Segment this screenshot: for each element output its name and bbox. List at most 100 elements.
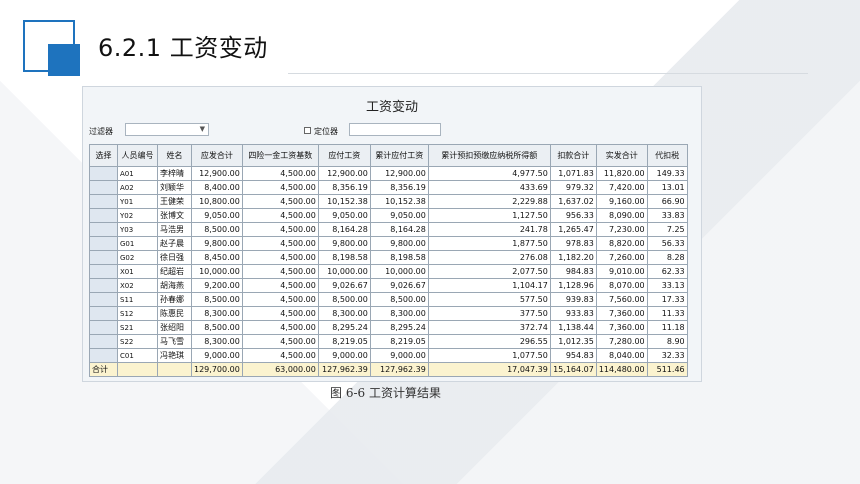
table-cell[interactable]: 张绍阳 bbox=[157, 320, 192, 335]
table-cell[interactable]: 徐日强 bbox=[157, 250, 192, 265]
table-cell[interactable]: 8,300.00 bbox=[369, 306, 429, 321]
table-cell[interactable]: 4,500.00 bbox=[241, 264, 319, 279]
table-row[interactable]: S22 马飞雪 8,300.00 4,500.00 8,219.05 8,219.05 29… bbox=[89, 334, 688, 349]
row-select-cell[interactable] bbox=[89, 292, 118, 307]
row-select-cell[interactable] bbox=[89, 222, 118, 237]
table-cell[interactable]: G02 bbox=[117, 250, 158, 265]
table-cell[interactable]: 8,356.19 bbox=[317, 180, 371, 195]
table-cell[interactable]: 4,500.00 bbox=[241, 250, 319, 265]
column-header[interactable]: 应发合计 bbox=[191, 144, 243, 167]
table-cell[interactable]: 李梓晴 bbox=[157, 166, 192, 181]
table-cell[interactable]: 13.01 bbox=[646, 180, 688, 195]
table-cell[interactable]: 7,560.00 bbox=[595, 292, 648, 307]
table-cell[interactable]: C01 bbox=[117, 348, 158, 363]
table-row[interactable]: A02 刘颖华 8,400.00 4,500.00 8,356.19 8,356.19 43… bbox=[89, 180, 688, 195]
table-row[interactable]: Y03 马浩男 8,500.00 4,500.00 8,164.28 8,164.28 24… bbox=[89, 222, 688, 237]
table-cell[interactable]: 8,219.05 bbox=[317, 334, 371, 349]
column-header[interactable]: 累计应付工资 bbox=[369, 144, 429, 167]
table-cell[interactable]: 4,977.50 bbox=[427, 166, 551, 181]
table-cell[interactable]: 4,500.00 bbox=[241, 222, 319, 237]
table-cell[interactable]: 372.74 bbox=[427, 320, 551, 335]
table-cell[interactable]: 8,295.24 bbox=[317, 320, 371, 335]
table-cell[interactable]: 8,198.58 bbox=[317, 250, 371, 265]
row-select-cell[interactable] bbox=[89, 348, 118, 363]
column-header[interactable]: 姓名 bbox=[157, 144, 192, 167]
table-cell[interactable]: 8,500.00 bbox=[369, 292, 429, 307]
table-cell[interactable]: 1,077.50 bbox=[427, 348, 551, 363]
row-select-cell[interactable] bbox=[89, 264, 118, 279]
table-cell[interactable]: 张博文 bbox=[157, 208, 192, 223]
table-cell[interactable]: 1,138.44 bbox=[549, 320, 597, 335]
table-cell[interactable]: 8,164.28 bbox=[369, 222, 429, 237]
table-cell[interactable]: 马飞雪 bbox=[157, 334, 192, 349]
column-header[interactable]: 实发合计 bbox=[595, 144, 648, 167]
table-cell[interactable]: 1,637.02 bbox=[549, 194, 597, 209]
table-cell[interactable]: G01 bbox=[117, 236, 158, 251]
table-row[interactable]: C01 冯艳琪 9,000.00 4,500.00 9,000.00 9,000.00 1,… bbox=[89, 348, 688, 363]
table-row[interactable]: Y01 王健荣 10,800.00 4,500.00 10,152.38 10,152.3… bbox=[89, 194, 688, 209]
table-cell[interactable]: 8,164.28 bbox=[317, 222, 371, 237]
table-cell[interactable]: 10,152.38 bbox=[317, 194, 371, 209]
column-header[interactable]: 人员编号 bbox=[117, 144, 158, 167]
row-select-cell[interactable] bbox=[89, 208, 118, 223]
table-cell[interactable]: 8,090.00 bbox=[595, 208, 648, 223]
table-cell[interactable]: 9,026.67 bbox=[369, 278, 429, 293]
table-cell[interactable]: 8,295.24 bbox=[369, 320, 429, 335]
column-header[interactable]: 应付工资 bbox=[317, 144, 371, 167]
table-cell[interactable]: 33.83 bbox=[646, 208, 688, 223]
table-cell[interactable]: 296.55 bbox=[427, 334, 551, 349]
table-cell[interactable]: 577.50 bbox=[427, 292, 551, 307]
table-cell[interactable]: 10,000.00 bbox=[191, 264, 243, 279]
table-cell[interactable]: 8.90 bbox=[646, 334, 688, 349]
table-cell[interactable]: 56.33 bbox=[646, 236, 688, 251]
table-cell[interactable]: 8,500.00 bbox=[191, 222, 243, 237]
table-cell[interactable]: 9,800.00 bbox=[369, 236, 429, 251]
table-cell[interactable]: 9,200.00 bbox=[191, 278, 243, 293]
table-cell[interactable]: X01 bbox=[117, 264, 158, 279]
locator-input[interactable] bbox=[349, 123, 441, 136]
table-cell[interactable]: S11 bbox=[117, 292, 158, 307]
row-select-cell[interactable] bbox=[89, 334, 118, 349]
table-cell[interactable]: 62.33 bbox=[646, 264, 688, 279]
table-cell[interactable]: 马浩男 bbox=[157, 222, 192, 237]
table-cell[interactable]: 7.25 bbox=[646, 222, 688, 237]
table-cell[interactable]: 4,500.00 bbox=[241, 236, 319, 251]
table-cell[interactable]: 1,877.50 bbox=[427, 236, 551, 251]
column-header[interactable]: 代扣税 bbox=[646, 144, 688, 167]
table-cell[interactable]: A01 bbox=[117, 166, 158, 181]
table-cell[interactable]: 1,104.17 bbox=[427, 278, 551, 293]
table-cell[interactable]: 8,300.00 bbox=[191, 306, 243, 321]
table-cell[interactable]: 9,000.00 bbox=[317, 348, 371, 363]
table-cell[interactable]: 7,360.00 bbox=[595, 320, 648, 335]
table-cell[interactable]: 4,500.00 bbox=[241, 194, 319, 209]
column-header[interactable]: 累计预扣预缴应纳税所得额 bbox=[427, 144, 551, 167]
table-cell[interactable]: 939.83 bbox=[549, 292, 597, 307]
table-cell[interactable]: 9,010.00 bbox=[595, 264, 648, 279]
table-row[interactable]: S12 陈惠民 8,300.00 4,500.00 8,300.00 8,300.00 37… bbox=[89, 306, 688, 321]
column-header[interactable]: 选择 bbox=[89, 144, 118, 167]
table-row[interactable]: X02 胡海燕 9,200.00 4,500.00 9,026.67 9,026.67 1,… bbox=[89, 278, 688, 293]
table-cell[interactable]: 刘颖华 bbox=[157, 180, 192, 195]
table-cell[interactable]: 8,500.00 bbox=[191, 292, 243, 307]
table-cell[interactable]: 8,500.00 bbox=[317, 292, 371, 307]
table-cell[interactable]: 1,265.47 bbox=[549, 222, 597, 237]
filter-select[interactable]: ▼ bbox=[125, 123, 209, 136]
row-select-cell[interactable] bbox=[89, 166, 118, 181]
table-cell[interactable]: 8,198.58 bbox=[369, 250, 429, 265]
table-cell[interactable]: 8,300.00 bbox=[191, 334, 243, 349]
table-cell[interactable]: 9,800.00 bbox=[317, 236, 371, 251]
table-cell[interactable]: 11.33 bbox=[646, 306, 688, 321]
table-cell[interactable]: 1,071.83 bbox=[549, 166, 597, 181]
table-cell[interactable]: 1,012.35 bbox=[549, 334, 597, 349]
table-cell[interactable]: S12 bbox=[117, 306, 158, 321]
table-cell[interactable]: 8,356.19 bbox=[369, 180, 429, 195]
table-row[interactable]: G01 赵子晨 9,800.00 4,500.00 9,800.00 9,800.00 1,… bbox=[89, 236, 688, 251]
row-select-cell[interactable] bbox=[89, 236, 118, 251]
table-cell[interactable]: 1,127.50 bbox=[427, 208, 551, 223]
table-cell[interactable]: 10,000.00 bbox=[369, 264, 429, 279]
table-row[interactable]: S11 孙春娜 8,500.00 4,500.00 8,500.00 8,500.00 57… bbox=[89, 292, 688, 307]
table-cell[interactable]: 984.83 bbox=[549, 264, 597, 279]
table-cell[interactable]: 8,300.00 bbox=[317, 306, 371, 321]
table-cell[interactable]: 4,500.00 bbox=[241, 320, 319, 335]
table-cell[interactable]: 7,420.00 bbox=[595, 180, 648, 195]
